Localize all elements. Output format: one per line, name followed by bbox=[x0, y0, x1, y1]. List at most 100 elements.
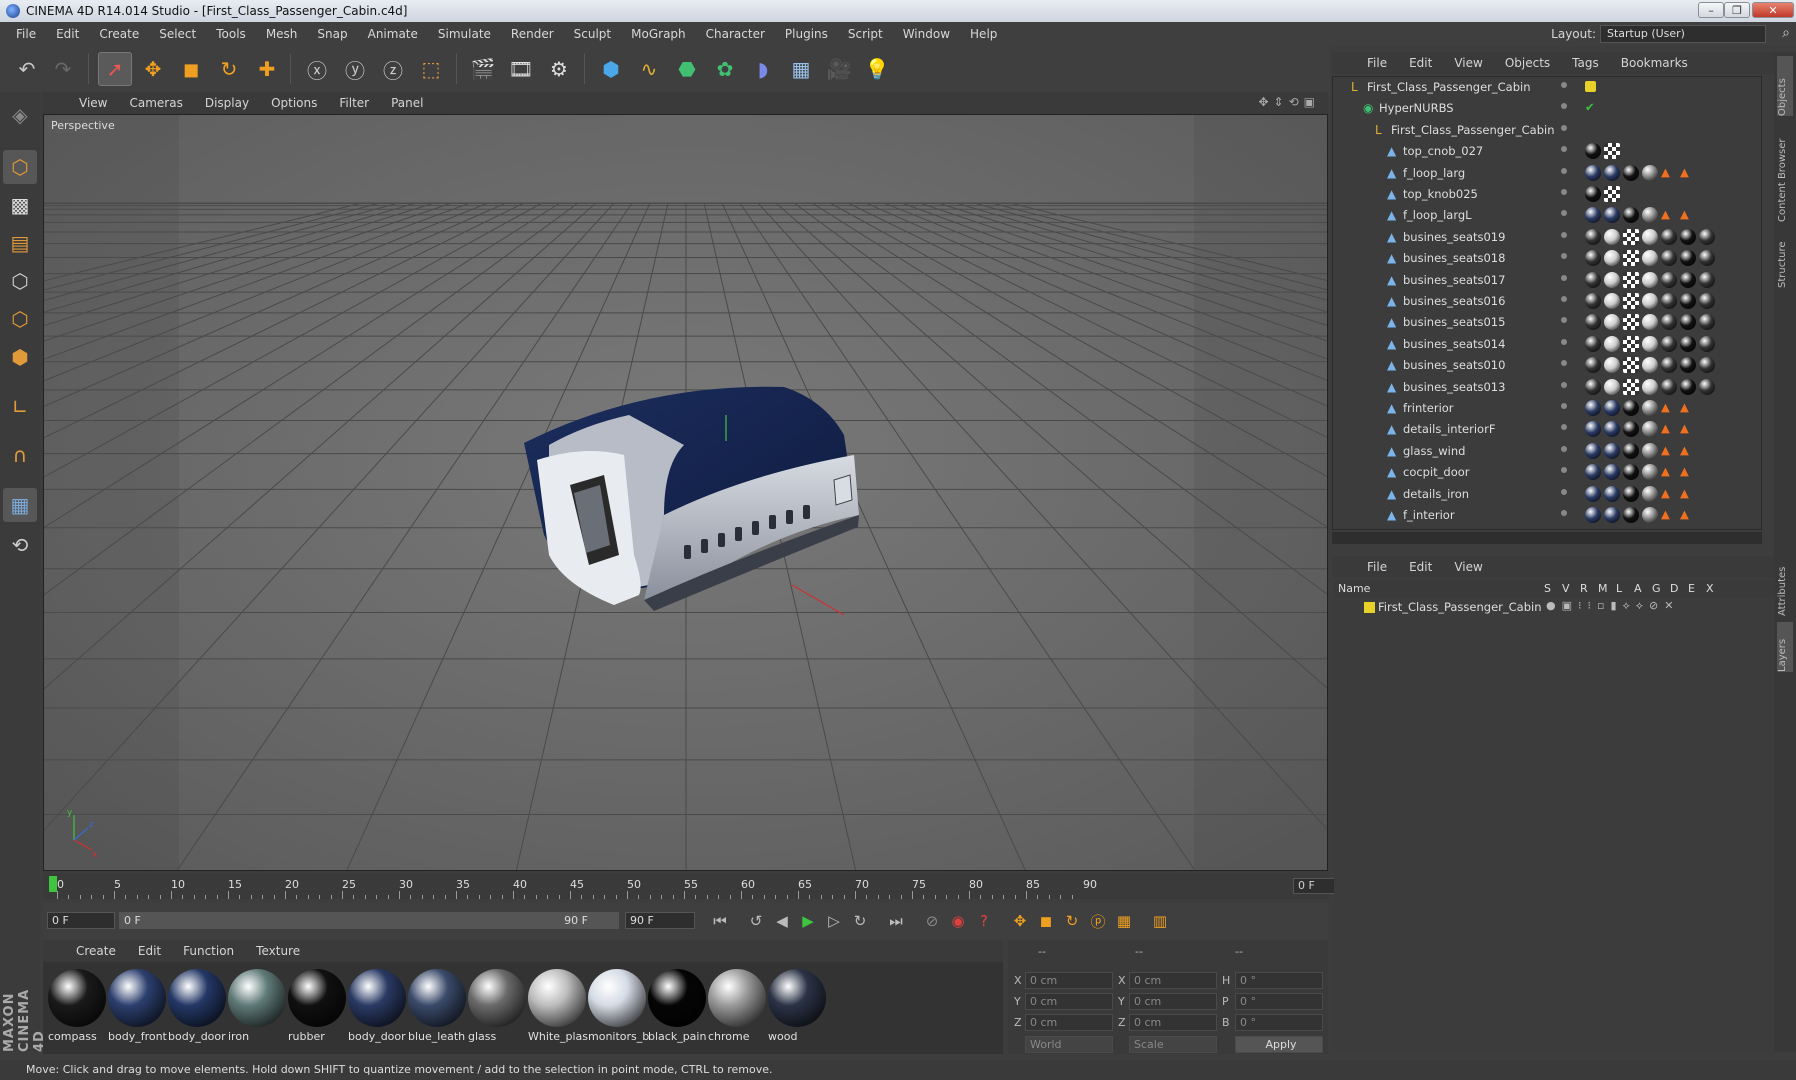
phong-tag-icon[interactable]: ▲ bbox=[1680, 400, 1696, 416]
world-select[interactable]: World bbox=[1025, 1036, 1113, 1053]
visibility-dot-icon[interactable] bbox=[1561, 146, 1567, 153]
material-tag-icon[interactable] bbox=[1661, 250, 1677, 267]
material-tag-icon[interactable] bbox=[1642, 507, 1658, 523]
menu-help[interactable]: Help bbox=[960, 27, 1007, 41]
material-tag-icon[interactable] bbox=[1642, 207, 1658, 224]
workplane-lock-icon[interactable]: ▦ bbox=[3, 488, 37, 522]
layout-select[interactable]: Startup (User) bbox=[1600, 25, 1766, 43]
material-tag-icon[interactable] bbox=[1585, 314, 1601, 331]
material-swatch[interactable]: body_front bbox=[105, 966, 169, 1052]
material-tag-icon[interactable] bbox=[1585, 271, 1601, 288]
layer-menu-edit[interactable]: Edit bbox=[1398, 560, 1443, 574]
menu-render[interactable]: Render bbox=[501, 27, 564, 41]
layer-color-tag-icon[interactable] bbox=[1585, 81, 1596, 92]
material-tag-icon[interactable] bbox=[1604, 335, 1620, 352]
material-swatch[interactable]: body_door bbox=[165, 966, 229, 1052]
object-name[interactable]: busines_seats016 bbox=[1403, 294, 1505, 308]
visibility-dot-icon[interactable] bbox=[1561, 510, 1567, 516]
material-tag-icon[interactable] bbox=[1604, 314, 1620, 331]
material-tag-icon[interactable] bbox=[1585, 400, 1601, 416]
material-swatch[interactable]: iron bbox=[225, 966, 289, 1052]
material-tag-icon[interactable] bbox=[1623, 421, 1639, 438]
menu-select[interactable]: Select bbox=[149, 27, 206, 41]
object-name[interactable]: details_interiorF bbox=[1403, 422, 1495, 436]
uvw-tag-icon[interactable] bbox=[1623, 357, 1639, 374]
deformer-icon[interactable]: ◗ bbox=[746, 52, 780, 86]
material-tag-icon[interactable] bbox=[1680, 250, 1696, 267]
layer-col-r[interactable]: R bbox=[1580, 582, 1588, 595]
vp-menu-view[interactable]: View bbox=[68, 96, 118, 110]
object-tree-row[interactable]: ▲ busines_seats019 bbox=[1333, 227, 1761, 248]
visibility-dot-icon[interactable] bbox=[1561, 82, 1567, 88]
phong-tag-icon[interactable]: ▲ bbox=[1680, 165, 1696, 181]
tab-objects[interactable]: Objects bbox=[1777, 56, 1793, 116]
visibility-dot-icon[interactable] bbox=[1561, 445, 1567, 452]
goto-end-icon[interactable]: ⏭ bbox=[883, 908, 909, 934]
obj-menu-view[interactable]: View bbox=[1443, 56, 1493, 70]
material-swatch[interactable]: wood bbox=[765, 966, 829, 1052]
vp-menu-filter[interactable]: Filter bbox=[328, 96, 380, 110]
object-tree-row[interactable]: ▲ busines_seats018 bbox=[1333, 248, 1761, 269]
phong-tag-icon[interactable]: ▲ bbox=[1680, 464, 1696, 480]
uvw-tag-icon[interactable] bbox=[1623, 250, 1639, 267]
next-frame-icon[interactable]: ▷ bbox=[821, 908, 847, 934]
material-tag-icon[interactable] bbox=[1585, 164, 1601, 181]
material-tag-icon[interactable] bbox=[1585, 507, 1601, 523]
menu-tools[interactable]: Tools bbox=[206, 27, 256, 41]
record-keys-icon[interactable]: ⊘ bbox=[919, 908, 945, 934]
restore-button[interactable]: ❐ bbox=[1724, 2, 1750, 18]
obj-menu-tags[interactable]: Tags bbox=[1561, 56, 1610, 70]
material-tag-icon[interactable] bbox=[1585, 335, 1601, 352]
material-tag-icon[interactable] bbox=[1623, 400, 1639, 416]
viewport-nav-icons[interactable]: ✥⇕⟲▣ bbox=[1258, 95, 1320, 109]
frame-range-slider[interactable]: 0 F 90 F bbox=[119, 912, 619, 929]
material-tag-icon[interactable] bbox=[1642, 357, 1658, 374]
menu-mesh[interactable]: Mesh bbox=[256, 27, 308, 41]
play-icon[interactable]: ▶ bbox=[795, 908, 821, 934]
phong-tag-icon[interactable]: ▲ bbox=[1661, 421, 1677, 437]
phong-tag-icon[interactable]: ▲ bbox=[1680, 507, 1696, 523]
prev-frame-icon[interactable]: ◀ bbox=[769, 908, 795, 934]
menu-script[interactable]: Script bbox=[838, 27, 893, 41]
mat-menu-function[interactable]: Function bbox=[172, 944, 245, 958]
material-tag-icon[interactable] bbox=[1661, 228, 1677, 245]
perspective-viewport[interactable]: y x z Perspective bbox=[43, 114, 1328, 871]
material-tag-icon[interactable] bbox=[1699, 314, 1715, 331]
material-tag-icon[interactable] bbox=[1585, 207, 1601, 224]
tab-structure[interactable]: Structure bbox=[1777, 228, 1793, 288]
phong-tag-icon[interactable]: ▲ bbox=[1680, 443, 1696, 459]
material-tag-icon[interactable] bbox=[1661, 357, 1677, 374]
object-tree-row[interactable]: ▲ glass_wind ▲ ▲ bbox=[1333, 441, 1761, 462]
size-y-field[interactable]: 0 cm bbox=[1129, 993, 1217, 1010]
layer-col-s[interactable]: S bbox=[1544, 582, 1551, 595]
tab-content-browser[interactable]: Content Browser bbox=[1777, 122, 1793, 222]
add-object-icon[interactable]: ✚ bbox=[250, 52, 284, 86]
material-swatch[interactable]: rubber bbox=[285, 966, 349, 1052]
material-tag-icon[interactable] bbox=[1642, 421, 1658, 438]
timeline-ruler[interactable]: 0 5 10 15 20 25 30 35 40 45 50 55 60 65 70 75 80 85 90 0 F bbox=[43, 873, 1363, 899]
obj-menu-objects[interactable]: Objects bbox=[1494, 56, 1561, 70]
object-name[interactable]: HyperNURBS bbox=[1379, 101, 1454, 115]
enabled-check-icon[interactable]: ✔ bbox=[1585, 100, 1601, 116]
menu-edit[interactable]: Edit bbox=[46, 27, 89, 41]
menu-window[interactable]: Window bbox=[893, 27, 960, 41]
visibility-dot-icon[interactable] bbox=[1561, 424, 1567, 431]
object-name[interactable]: busines_seats017 bbox=[1403, 273, 1505, 287]
material-tag-icon[interactable] bbox=[1642, 314, 1658, 331]
menu-character[interactable]: Character bbox=[696, 27, 775, 41]
layer-col-x[interactable]: X bbox=[1706, 582, 1714, 595]
rotation-h-field[interactable]: 0 ° bbox=[1235, 972, 1323, 989]
material-swatch[interactable]: glass bbox=[465, 966, 529, 1052]
material-tag-icon[interactable] bbox=[1680, 378, 1696, 395]
x-axis-lock-icon[interactable]: ⓧ bbox=[300, 52, 334, 86]
material-tag-icon[interactable] bbox=[1604, 485, 1620, 502]
material-tag-icon[interactable] bbox=[1585, 464, 1601, 481]
layer-col-l[interactable]: L bbox=[1616, 582, 1622, 595]
object-tree-row[interactable]: ▲ top_knob025 bbox=[1333, 184, 1761, 205]
timeline-window-icon[interactable]: ▥ bbox=[1147, 908, 1173, 934]
next-key-icon[interactable]: ↻ bbox=[847, 908, 873, 934]
floor-icon[interactable]: ▦ bbox=[784, 52, 818, 86]
record-parameter-icon[interactable]: ⓟ bbox=[1085, 908, 1111, 934]
material-tag-icon[interactable] bbox=[1604, 442, 1620, 459]
material-tag-icon[interactable] bbox=[1699, 378, 1715, 395]
